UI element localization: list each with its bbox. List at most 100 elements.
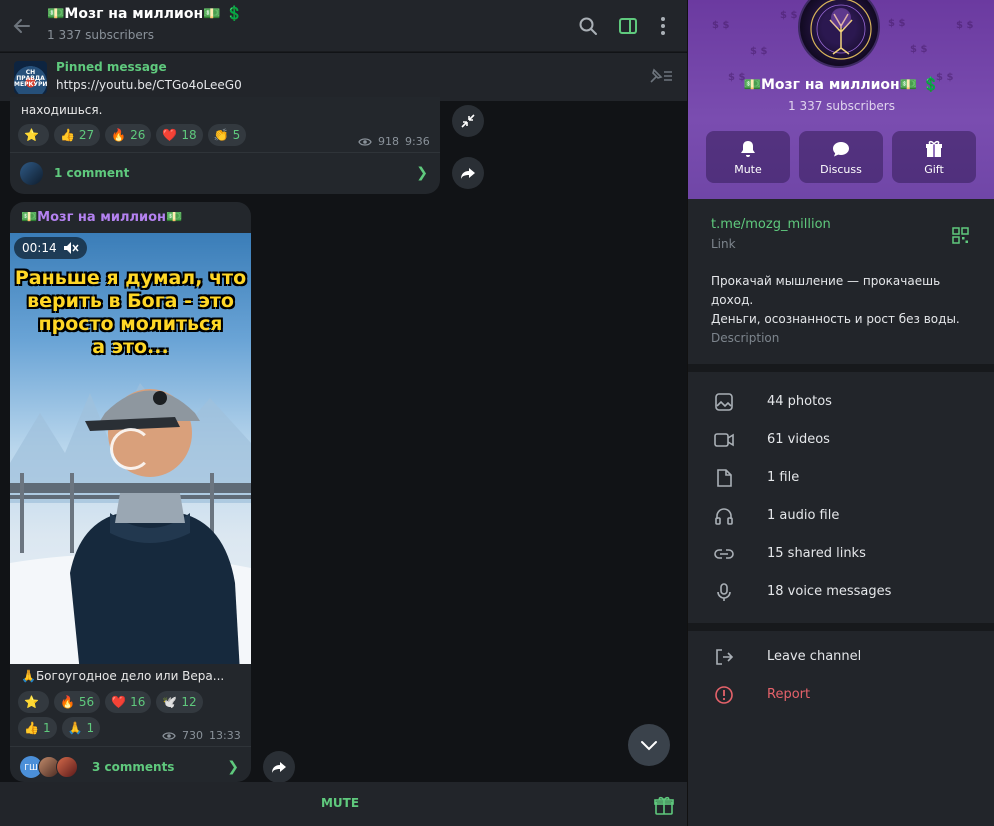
comments-link[interactable]: 1 comment ❯ — [10, 152, 440, 194]
reaction-star[interactable]: ⭐ — [18, 691, 49, 713]
sidebar-toggle-icon[interactable] — [616, 14, 640, 38]
message-meta: 730 13:33 — [162, 729, 241, 742]
pinned-list-icon[interactable] — [647, 66, 675, 86]
profile-subscribers: 1 337 subscribers — [788, 99, 895, 113]
chevron-right-icon: ❯ — [416, 165, 428, 181]
muted-speaker-icon — [63, 242, 79, 254]
loading-spinner — [110, 428, 152, 470]
profile-header: $ $ $ $ $ $ $ $ $ $ $ $ $ $ $ $ 💵Мозг на… — [688, 0, 994, 199]
tree-of-life-icon — [810, 0, 872, 60]
video-duration-badge[interactable]: 00:14 — [14, 237, 87, 259]
forward-button[interactable] — [452, 157, 484, 189]
back-arrow-icon[interactable] — [10, 14, 34, 38]
photo-icon — [715, 393, 733, 411]
chat-area: 💵Мозг на миллион💵 💲 1 337 subscribers СН… — [0, 0, 687, 826]
reactions-row: ⭐ 👍 27 🔥 26 ❤️ 18 👏 5 — [18, 124, 247, 146]
reaction-fire[interactable]: 🔥 56 — [53, 691, 101, 713]
reaction-thumbs-up[interactable]: 👍 27 — [53, 124, 101, 146]
file-icon — [717, 469, 732, 487]
collapse-button[interactable] — [452, 105, 484, 137]
chat-bubble-icon — [833, 142, 849, 157]
reactions-row-2: 👍 1 🙏 1 — [18, 717, 101, 739]
reaction-heart[interactable]: ❤️ 16 — [105, 691, 152, 713]
collapse-arrows-icon — [461, 114, 475, 128]
channel-avatar[interactable] — [798, 0, 880, 68]
media-videos-row[interactable]: 61 videos — [688, 421, 994, 459]
message-time: 9:36 — [405, 135, 430, 148]
media-links-row[interactable]: 15 shared links — [688, 535, 994, 573]
more-menu-icon[interactable] — [651, 14, 675, 38]
message-author[interactable]: 💵Мозг на миллион💵 — [21, 210, 182, 225]
video-player[interactable]: Раньше я думал, что верить в Бога - это … — [10, 233, 251, 664]
pinned-message-bar[interactable]: СН ПРАВДА МЕРКУРИЙ Pinned message https:… — [0, 53, 687, 101]
media-audio-row[interactable]: 1 audio file — [688, 497, 994, 535]
message-time: 13:33 — [209, 729, 241, 742]
reaction-dove[interactable]: 🕊️ 12 — [156, 691, 203, 713]
reaction-clap[interactable]: 👏 5 — [207, 124, 247, 146]
scroll-to-bottom-button[interactable] — [628, 724, 670, 766]
reaction-thumbs-up[interactable]: 👍 1 — [18, 717, 57, 739]
microphone-icon — [717, 583, 731, 601]
media-photos-row[interactable]: 44 photos — [688, 383, 994, 421]
search-icon[interactable] — [576, 14, 600, 38]
mute-channel-button[interactable]: MUTE — [0, 796, 680, 810]
view-count: 918 — [378, 135, 399, 148]
gift-action-button[interactable]: Gift — [892, 131, 976, 183]
description-label: Description — [711, 331, 780, 345]
channel-info-panel: $ $ $ $ $ $ $ $ $ $ $ $ $ $ $ $ 💵Мозг на… — [687, 0, 994, 826]
profile-title: 💵Мозг на миллион💵 💲 — [743, 77, 940, 93]
gift-icon[interactable] — [653, 794, 675, 816]
message-bubble[interactable]: находишься. ⭐ 👍 27 🔥 26 ❤️ 18 👏 5 918 9:36 1… — [10, 97, 440, 194]
pinned-label: Pinned message — [56, 60, 167, 74]
divider — [688, 364, 994, 372]
comments-count: 1 comment — [54, 166, 130, 180]
view-count: 730 — [182, 729, 203, 742]
commenter-avatar — [56, 756, 78, 778]
media-voice-row[interactable]: 18 voice messages — [688, 573, 994, 611]
forward-arrow-icon — [272, 762, 286, 773]
report-button[interactable]: Report — [688, 676, 994, 714]
link-label: Link — [711, 237, 736, 251]
reaction-fire[interactable]: 🔥 26 — [105, 124, 152, 146]
comments-count: 3 comments — [92, 760, 175, 774]
headphones-icon — [715, 508, 733, 525]
message-text: 🙏Богоугодное дело или Вера... — [21, 669, 225, 683]
forward-arrow-icon — [461, 168, 475, 179]
comments-link[interactable]: ГШ 3 comments ❯ — [10, 746, 251, 782]
discuss-action-button[interactable]: Discuss — [799, 131, 883, 183]
message-meta: 918 9:36 — [358, 135, 430, 148]
video-icon — [714, 433, 734, 447]
media-files-row[interactable]: 1 file — [688, 459, 994, 497]
channel-title[interactable]: 💵Мозг на миллион💵 💲 — [47, 6, 243, 22]
subscriber-count: 1 337 subscribers — [47, 28, 154, 42]
reaction-star[interactable]: ⭐ — [18, 124, 49, 146]
qr-code-icon[interactable] — [952, 227, 969, 244]
mute-action-button[interactable]: Mute — [706, 131, 790, 183]
pinned-thumbnail: СН ПРАВДА МЕРКУРИЙ — [14, 61, 47, 94]
reactions-row: ⭐ 🔥 56 ❤️ 16 🕊️ 12 — [18, 691, 203, 713]
divider — [688, 623, 994, 631]
leave-icon — [716, 649, 734, 665]
person-figure — [70, 389, 240, 664]
video-message-bubble[interactable]: 💵Мозг на миллион💵 Раньше я думал, что ве… — [10, 202, 251, 782]
bell-icon — [741, 141, 755, 157]
reaction-heart[interactable]: ❤️ 18 — [156, 124, 203, 146]
channel-link[interactable]: t.me/mozg_million — [711, 217, 831, 232]
reaction-pray[interactable]: 🙏 1 — [61, 717, 101, 739]
commenter-avatar — [20, 162, 43, 185]
gift-icon — [926, 140, 942, 157]
views-eye-icon — [358, 137, 372, 146]
report-icon — [715, 686, 733, 704]
forward-button[interactable] — [263, 751, 295, 783]
pinned-text: https://youtu.be/CTGo4oLeeG0 — [56, 78, 242, 92]
bottom-bar: MUTE — [0, 782, 687, 826]
message-text: находишься. — [21, 103, 103, 117]
link-icon — [714, 549, 734, 559]
leave-channel-button[interactable]: Leave channel — [688, 638, 994, 676]
video-caption-overlay: Раньше я думал, что верить в Бога - это … — [14, 267, 247, 358]
channel-info: t.me/mozg_million Link Прокачай мышление… — [688, 199, 994, 364]
channel-description: Прокачай мышление — прокачаешь доход. Де… — [711, 274, 960, 326]
chat-header: 💵Мозг на миллион💵 💲 1 337 subscribers — [0, 0, 687, 52]
views-eye-icon — [162, 731, 176, 740]
chevron-down-icon — [641, 741, 657, 751]
